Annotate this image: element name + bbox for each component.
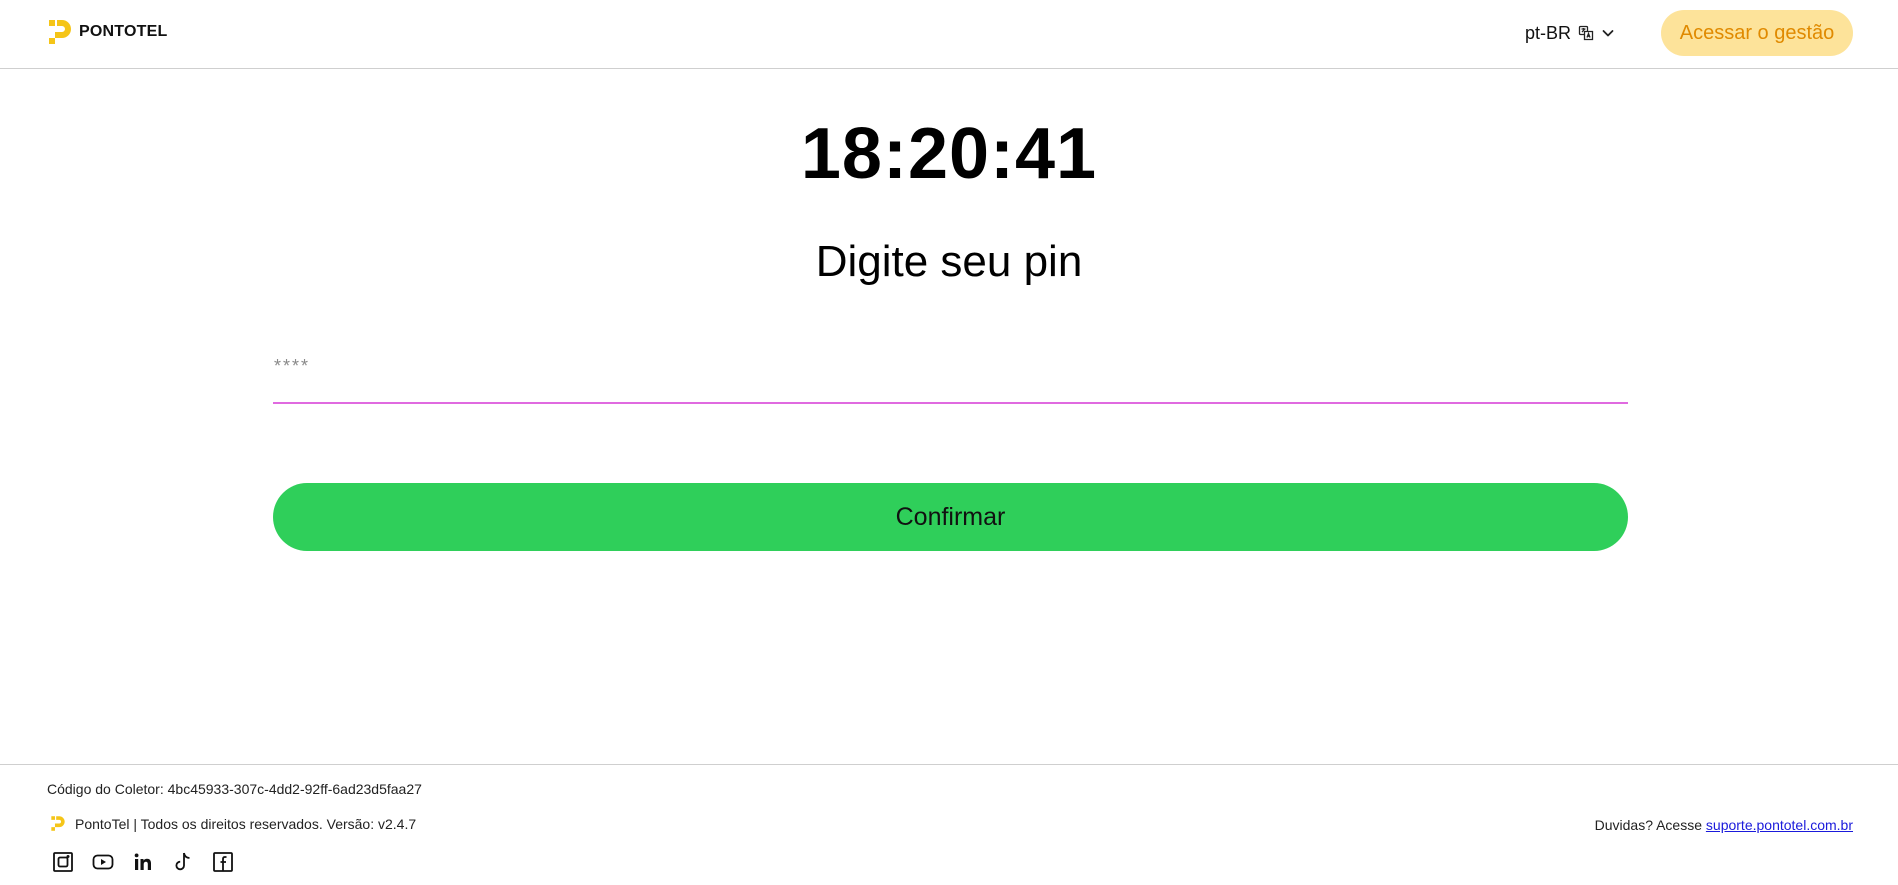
instagram-icon[interactable] — [52, 851, 74, 873]
pin-prompt: Digite seu pin — [815, 237, 1083, 286]
collector-code: Código do Coletor: 4bc45933-307c-4dd2-92… — [47, 781, 422, 797]
linkedin-icon[interactable] — [132, 851, 154, 873]
pin-field-wrapper — [273, 346, 1628, 404]
footer: Código do Coletor: 4bc45933-307c-4dd2-92… — [0, 764, 1898, 885]
support-link[interactable]: suporte.pontotel.com.br — [1706, 817, 1853, 833]
translate-icon — [1578, 25, 1594, 41]
pontotel-small-logo-icon — [51, 816, 65, 831]
confirm-button[interactable]: Confirmar — [273, 483, 1628, 551]
pin-input[interactable] — [273, 346, 1628, 386]
brand-name: PONTOTEL — [79, 23, 168, 40]
copyright-text: PontoTel | Todos os direitos reservados.… — [75, 815, 417, 832]
tiktok-icon[interactable] — [172, 851, 194, 873]
facebook-icon[interactable] — [212, 851, 234, 873]
top-header: PONTOTEL pt-BR Acessar o gestão — [0, 0, 1898, 69]
clock-display: 18:20:41 — [800, 114, 1098, 194]
language-label: pt-BR — [1525, 22, 1572, 43]
language-selector[interactable]: pt-BR — [1525, 20, 1615, 46]
youtube-icon[interactable] — [92, 851, 114, 873]
social-links — [52, 851, 234, 873]
copyright-line: PontoTel | Todos os direitos reservados.… — [50, 815, 416, 832]
help-line: Duvidas? Acesse suporte.pontotel.com.br — [1595, 817, 1853, 833]
access-management-button[interactable]: Acessar o gestão — [1661, 10, 1853, 56]
help-prefix: Duvidas? Acesse — [1594, 817, 1703, 833]
chevron-down-icon — [1601, 26, 1615, 40]
brand[interactable]: PONTOTEL — [47, 18, 167, 46]
pontotel-logo-icon — [49, 20, 71, 44]
